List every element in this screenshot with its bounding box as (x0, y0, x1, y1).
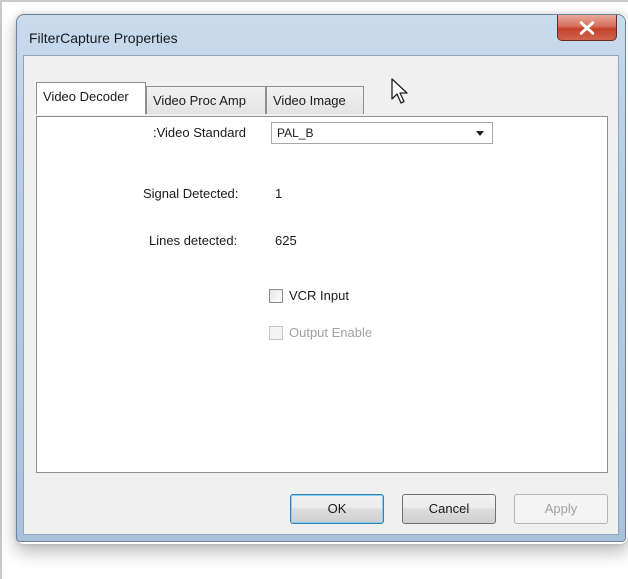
video-decoder-panel: :Video Standard PAL_B Signal Detected: 1… (36, 116, 608, 473)
signal-detected-label: Signal Detected: (143, 186, 239, 201)
tab-video-proc-amp[interactable]: Video Proc Amp (146, 86, 266, 114)
mouse-pointer-icon (391, 78, 408, 104)
vcr-input-label: VCR Input (289, 288, 349, 303)
vcr-input-checkbox[interactable]: VCR Input (269, 288, 409, 306)
properties-dialog: FilterCapture Properties Video Decoder V… (16, 14, 626, 542)
close-x-icon (579, 21, 595, 35)
title-bar[interactable]: FilterCapture Properties (17, 15, 625, 55)
window-title: FilterCapture Properties (29, 30, 178, 46)
close-button[interactable] (557, 15, 617, 41)
dropdown-arrow-icon (476, 131, 484, 136)
cancel-button[interactable]: Cancel (402, 494, 496, 524)
client-area: Video Decoder Video Proc Amp Video Image… (23, 55, 619, 535)
video-standard-select[interactable]: PAL_B (271, 122, 493, 144)
video-standard-label: :Video Standard (153, 125, 246, 140)
checkbox-box (269, 326, 283, 340)
output-enable-label: Output Enable (289, 325, 373, 340)
tab-label: Video Decoder (43, 89, 129, 104)
signal-detected-value: 1 (275, 186, 283, 201)
lines-detected-label: Lines detected: (149, 233, 238, 248)
apply-button: Apply (514, 494, 608, 524)
tab-video-decoder[interactable]: Video Decoder (36, 82, 146, 115)
video-standard-value: PAL_B (277, 126, 314, 140)
tab-video-image[interactable]: Video Image (266, 86, 364, 114)
tab-label: Video Image (273, 93, 346, 108)
output-enable-checkbox: Output Enable (269, 325, 409, 343)
tab-label: Video Proc Amp (153, 93, 246, 108)
ok-button[interactable]: OK (290, 494, 384, 524)
checkbox-box[interactable] (269, 289, 283, 303)
lines-detected-value: 625 (275, 233, 297, 248)
